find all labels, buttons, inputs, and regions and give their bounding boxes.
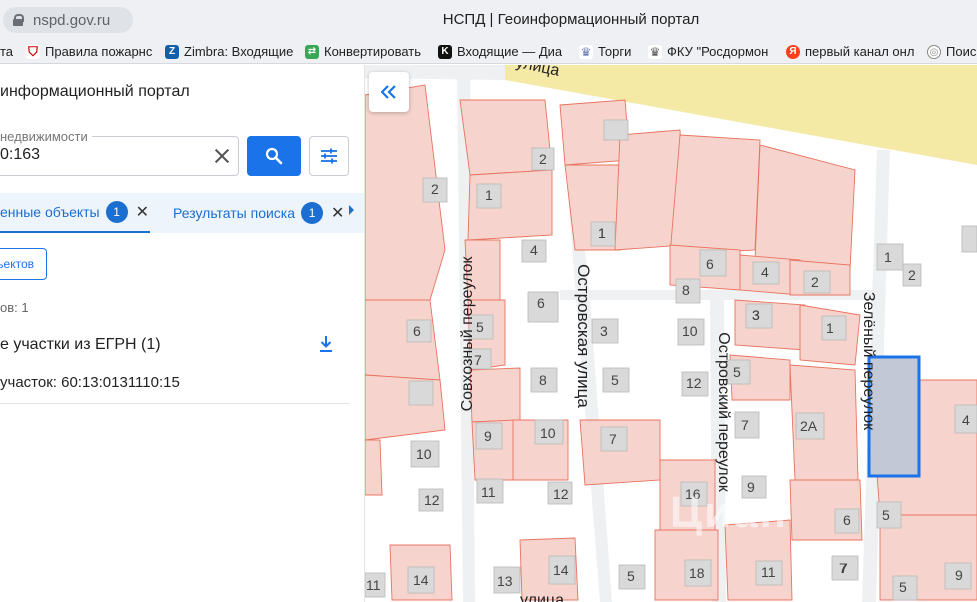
street-label: улица [514, 65, 562, 80]
search-site-icon: ◎ [927, 44, 941, 59]
bookmark-item[interactable]: ◎ Поис [927, 44, 976, 59]
results-tabs: енные объекты 1 ✕ Результаты поиска 1 ✕ [0, 193, 364, 233]
search-input[interactable]: 0:163 [0, 146, 40, 164]
parcel-result-item[interactable]: участок: 60:13:0131110:15 [0, 374, 180, 391]
map-view[interactable]: 2 1 2 4 6 1 3 5 6 8 5 7 9 10 12 11 10 12… [365, 65, 977, 602]
bookmarks-bar: та ⛉ Правила пожарнс Z Zimbra: Входящие ⇄ К… [0, 40, 977, 64]
k-icon: K [438, 44, 452, 59]
sliders-icon [321, 148, 337, 164]
zimbra-icon: Z [165, 44, 179, 59]
filter-button[interactable] [309, 136, 349, 176]
side-panel: информационный портал недвижимости 0:163… [0, 65, 365, 602]
count-badge: 1 [105, 201, 128, 223]
search-field-label: недвижимости [0, 129, 92, 144]
browser-titlebar: nspd.gov.ru НСПД | Геоинформационный пор… [0, 0, 977, 40]
page-title: НСПД | Геоинформационный портал [442, 11, 700, 28]
group-title[interactable]: е участки из ЕГРН (1) [0, 336, 161, 354]
bookmark-item[interactable]: ♛ Торги [579, 44, 631, 59]
bookmark-item[interactable]: K Входящие — Диа [438, 44, 562, 59]
objects-button[interactable]: ъектов [0, 248, 47, 280]
street-label: Зелёный переулок [860, 291, 877, 431]
close-icon[interactable]: ✕ [331, 203, 344, 223]
download-icon[interactable] [318, 335, 334, 353]
bookmark-item[interactable]: та [0, 44, 13, 59]
bookmark-item[interactable]: Z Zimbra: Входящие [165, 44, 293, 59]
tab-selected-objects[interactable]: енные объекты 1 ✕ [0, 193, 150, 233]
emblem-icon: ♛ [579, 44, 593, 59]
results-count: ов: 1 [0, 300, 29, 315]
bookmark-item[interactable]: ⛉ Правила пожарнс [26, 44, 152, 59]
convert-icon: ⇄ [305, 44, 319, 59]
count-badge: 1 [301, 202, 324, 224]
tab-search-results[interactable]: Результаты поиска 1 ✕ [173, 193, 344, 233]
street-label: Совхозный переулок [459, 256, 476, 412]
portal-title: информационный портал [0, 83, 190, 100]
close-icon[interactable]: ✕ [136, 202, 149, 222]
street-label: Островская улица [574, 264, 593, 408]
bookmark-item[interactable]: ⇄ Конвертировать [305, 44, 421, 59]
search-icon [265, 147, 283, 165]
bookmark-item[interactable]: Япервый канал онл [786, 44, 914, 59]
street-label: Островский переулок [715, 332, 732, 492]
search-button[interactable] [247, 136, 301, 176]
collapse-panel-button[interactable] [369, 72, 409, 112]
chevron-right-icon[interactable] [349, 205, 354, 215]
bookmark-item[interactable]: ♛ ФКУ "Росдормон [648, 44, 768, 59]
shield-icon: ⛉ [26, 44, 40, 59]
clear-icon[interactable] [212, 146, 232, 166]
emblem-icon: ♛ [648, 44, 662, 59]
divider [0, 403, 350, 404]
watermark: Циан [670, 488, 789, 537]
street-label: улица [520, 592, 564, 602]
double-chevron-left-icon [381, 85, 396, 99]
yandex-icon: Я [786, 44, 800, 59]
